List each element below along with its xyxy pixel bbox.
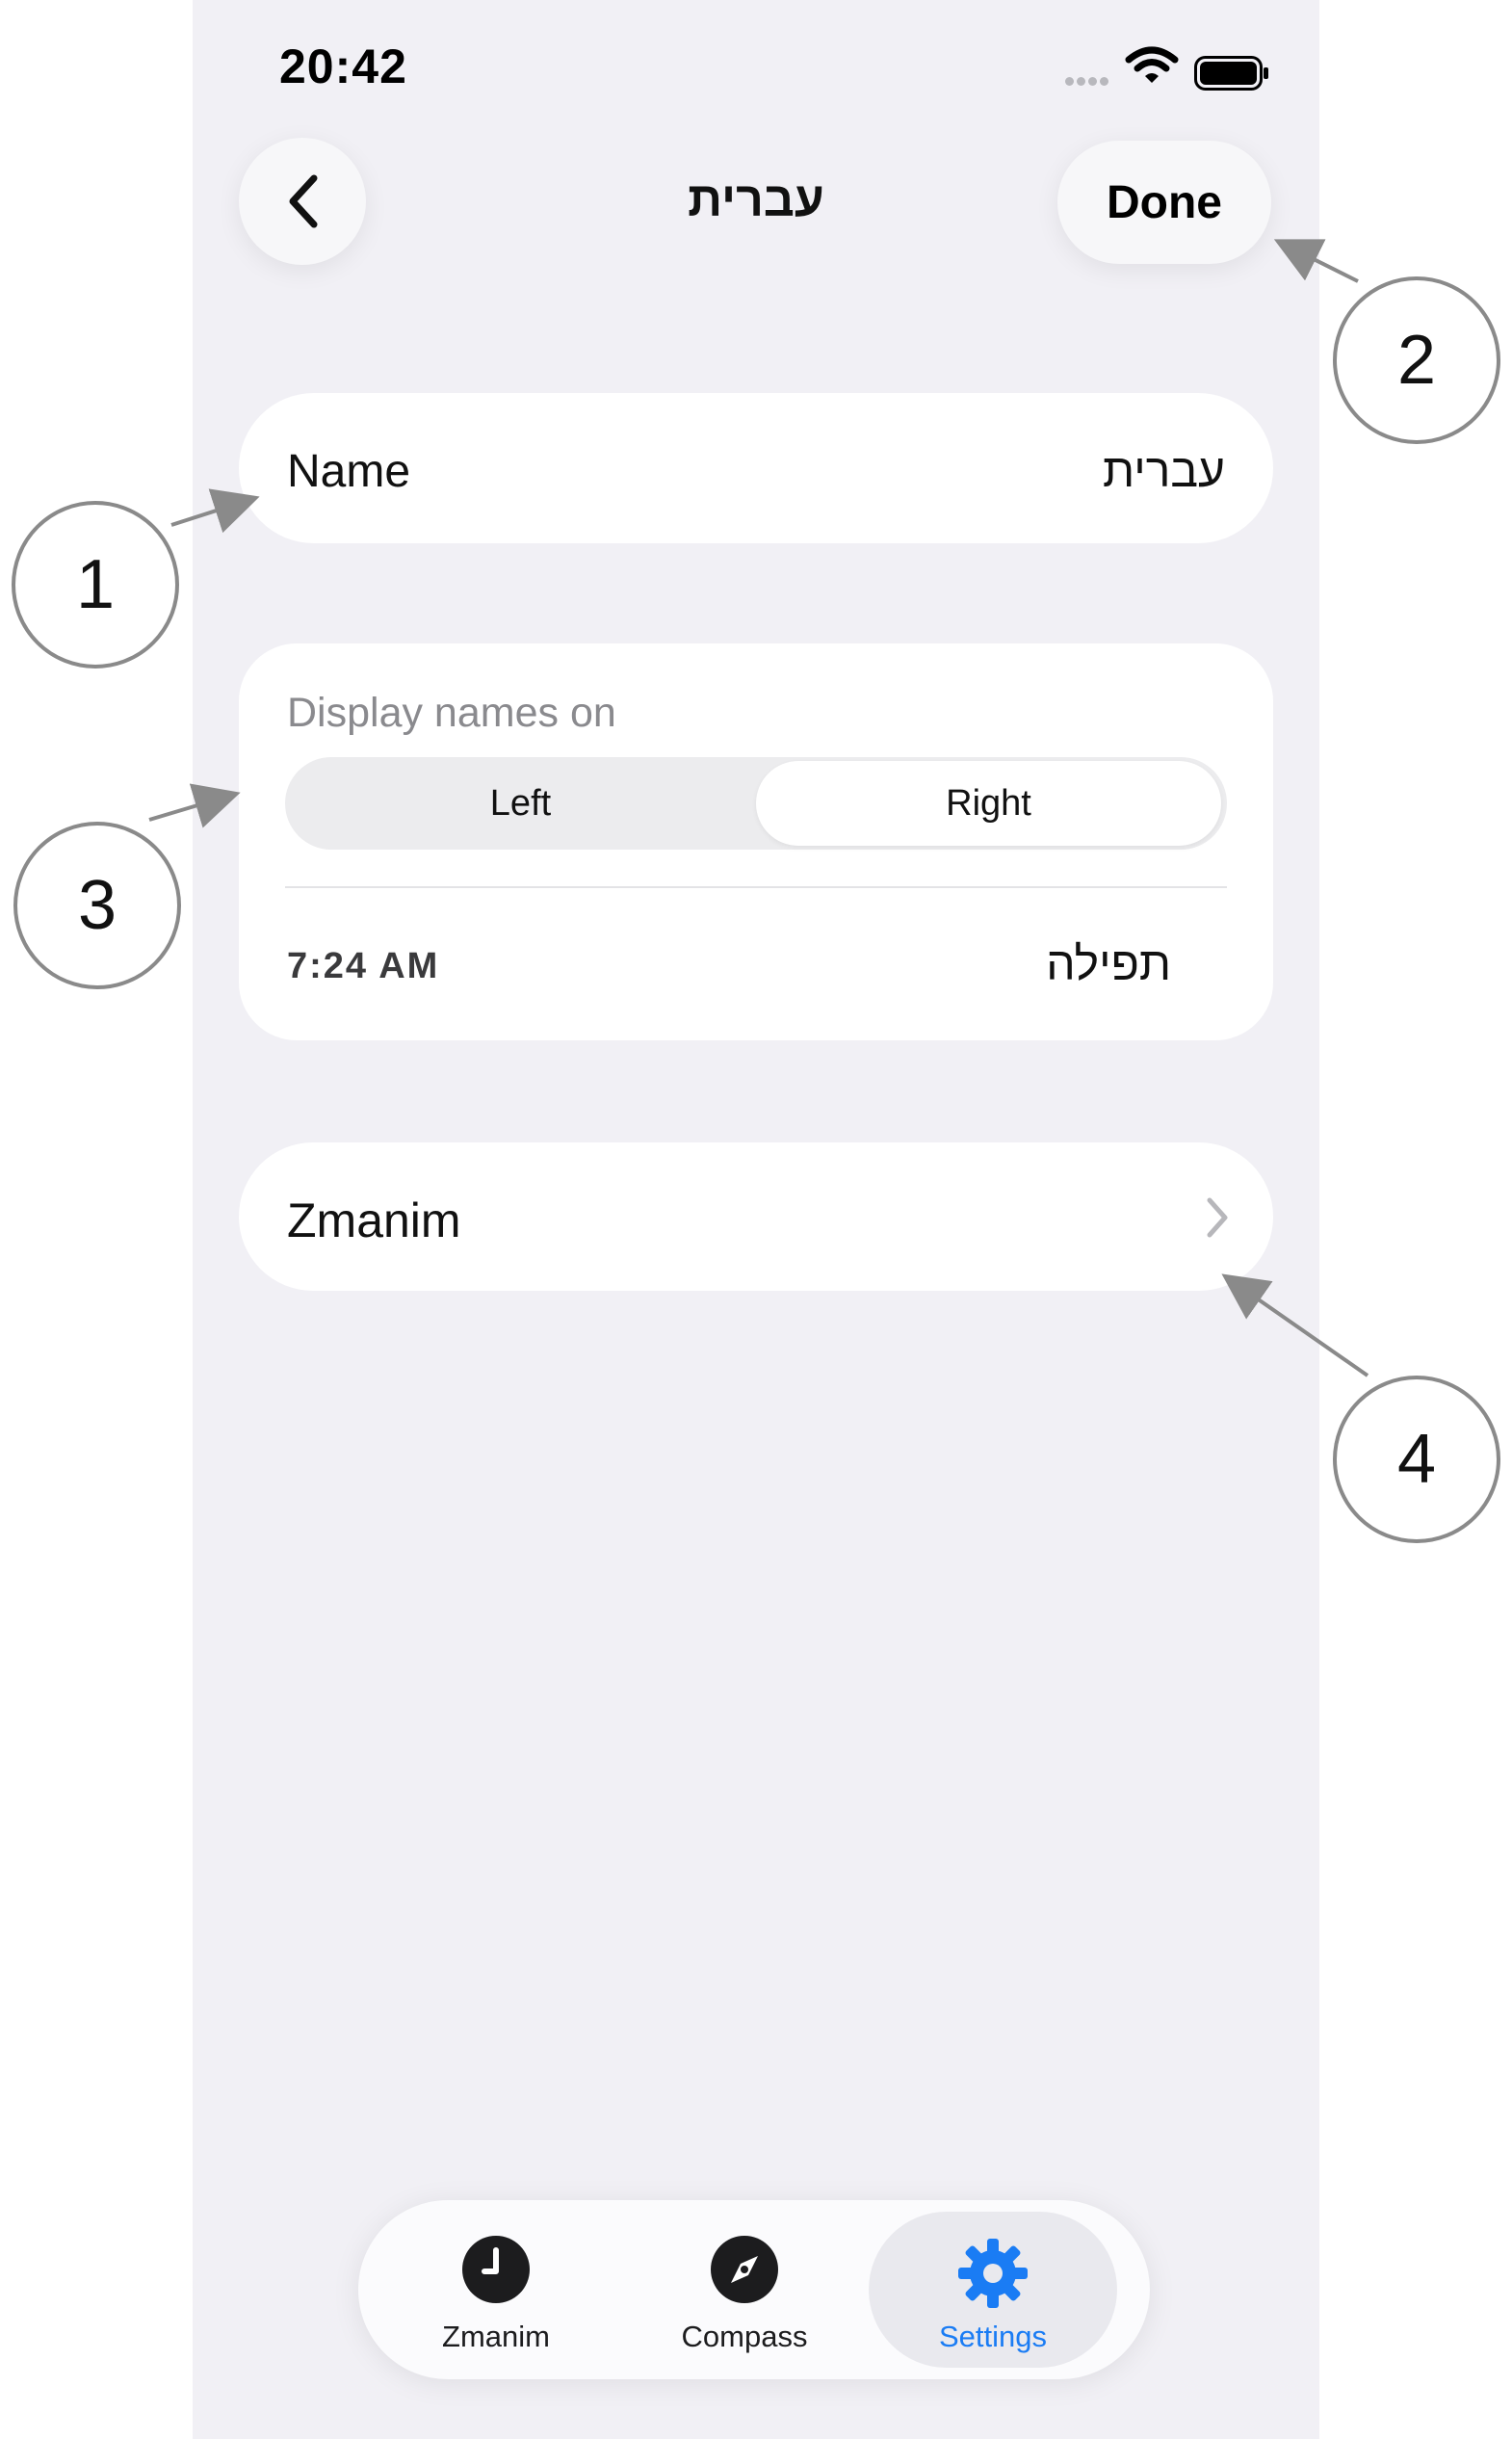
callout-4: 4 xyxy=(1333,1376,1500,1543)
callout-2: 2 xyxy=(1333,276,1500,444)
annotation-arrows xyxy=(148,239,1369,1377)
callout-3: 3 xyxy=(13,822,181,989)
callout-1: 1 xyxy=(12,501,179,669)
